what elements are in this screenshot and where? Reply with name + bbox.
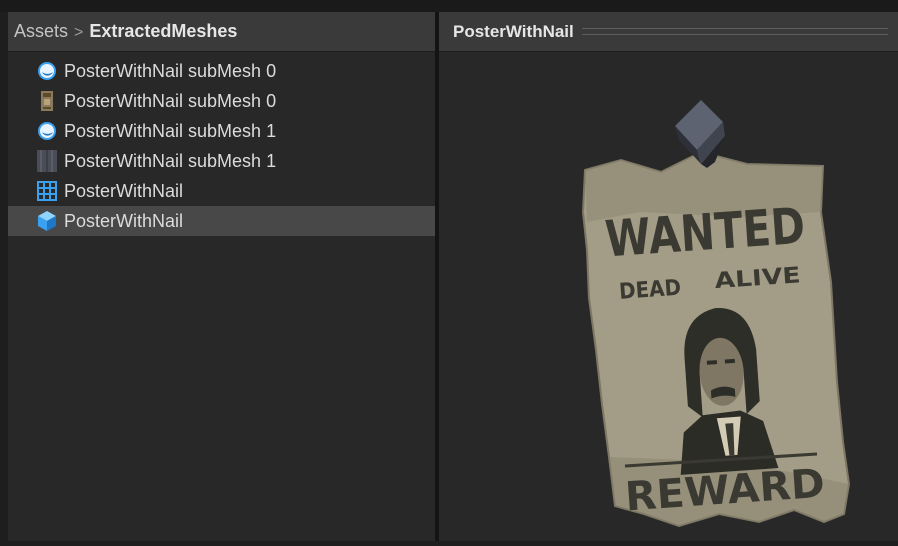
asset-item-label: PosterWithNail subMesh 1 [64, 120, 277, 141]
asset-item-texture-0[interactable]: PosterWithNail subMesh 0 [8, 86, 435, 116]
asset-item-texture-1[interactable]: PosterWithNail subMesh 1 [8, 146, 435, 176]
asset-list: PosterWithNail subMesh 0 PosterWithNail … [8, 52, 435, 236]
mesh-grid-icon [36, 180, 58, 202]
poster-subline-dead: DEAD [618, 276, 682, 305]
asset-item-label: PosterWithNail [64, 180, 184, 201]
asset-item-prefab[interactable]: PosterWithNail [8, 206, 435, 236]
material-sphere-icon [36, 120, 58, 142]
prefab-cube-icon [36, 210, 58, 232]
project-panel: Assets > ExtractedMeshes PosterWithNail su… [8, 12, 435, 541]
title-drag-bar[interactable] [581, 28, 888, 35]
preview-panel: PosterWithNail WANTED DEAD ALIVE REWARD [439, 12, 898, 541]
asset-item-mesh[interactable]: PosterWithNail [8, 176, 435, 206]
asset-item-label: PosterWithNail subMesh 0 [64, 60, 277, 81]
project-header: Assets > ExtractedMeshes [8, 12, 435, 52]
preview-header: PosterWithNail [439, 12, 898, 52]
poster-model: WANTED DEAD ALIVE REWARD [581, 100, 851, 528]
texture-thumbnail-icon [36, 90, 58, 112]
asset-item-material-1[interactable]: PosterWithNail subMesh 1 [8, 116, 435, 146]
asset-item-label: PosterWithNail [64, 210, 184, 231]
asset-item-material-0[interactable]: PosterWithNail subMesh 0 [8, 56, 435, 86]
breadcrumb-current[interactable]: ExtractedMeshes [89, 21, 237, 41]
preview-viewport[interactable]: WANTED DEAD ALIVE REWARD [439, 52, 898, 541]
breadcrumb: Assets > ExtractedMeshes [8, 21, 237, 42]
texture-thumbnail-icon [36, 150, 58, 172]
asset-item-label: PosterWithNail subMesh 0 [64, 90, 277, 111]
preview-title: PosterWithNail [453, 21, 574, 41]
breadcrumb-separator: > [74, 24, 84, 41]
asset-item-label: PosterWithNail subMesh 1 [64, 150, 277, 171]
window-top-strip [0, 0, 898, 12]
breadcrumb-root[interactable]: Assets [14, 21, 68, 41]
material-sphere-icon [36, 60, 58, 82]
